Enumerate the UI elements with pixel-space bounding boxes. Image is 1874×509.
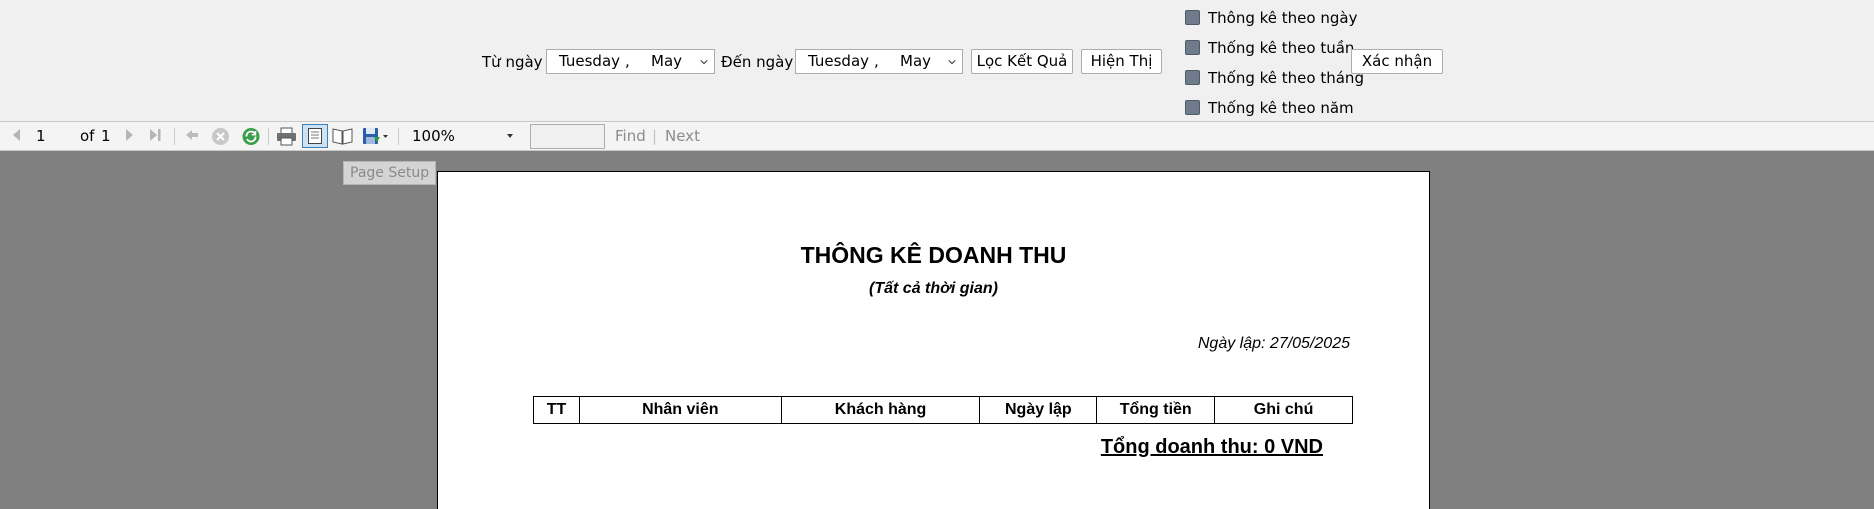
checkbox-label: Thống kê theo năm [1208, 99, 1354, 117]
back-icon[interactable] [184, 122, 200, 150]
zoom-select[interactable]: 100% [408, 125, 520, 147]
to-date-comma: , [874, 52, 879, 70]
find-separator: | [652, 127, 658, 145]
checkbox-label: Thông kê theo ngày [1208, 9, 1358, 27]
report-page: THÔNG KÊ DOANH THU (Tất cả thời gian) Ng… [437, 171, 1430, 509]
print-layout-button[interactable] [302, 124, 328, 148]
checkbox-label: Thống kê theo tuần [1208, 39, 1355, 57]
page-number-input[interactable] [30, 125, 72, 147]
of-label: of [80, 127, 95, 145]
report-viewport[interactable]: Page Setup THÔNG KÊ DOANH THU (Tất cả th… [0, 151, 1874, 509]
to-date-month: May [900, 52, 932, 70]
next-page-icon[interactable] [122, 122, 136, 150]
from-date-comma: , [625, 52, 630, 70]
report-table: TT Nhân viên Khách hàng Ngày lập Tổng ti… [533, 396, 1353, 424]
checkbox-box[interactable] [1185, 100, 1200, 115]
print-icon[interactable] [276, 122, 297, 150]
checkbox-box[interactable] [1185, 40, 1200, 55]
checkbox-box[interactable] [1185, 70, 1200, 85]
column-header: Khách hàng [780, 396, 981, 424]
confirm-button[interactable]: Xác nhận [1351, 49, 1443, 74]
to-date-picker[interactable]: Tuesday , May [795, 49, 963, 74]
column-header: TT [533, 396, 580, 424]
to-date-day: Tuesday [808, 52, 870, 70]
last-page-icon[interactable] [147, 122, 163, 150]
caret-down-icon [507, 134, 513, 138]
page-setup-icon[interactable] [332, 122, 353, 150]
from-date-day: Tuesday [559, 52, 621, 70]
report-toolbar: of 1 100% Find | Next [0, 121, 1874, 151]
page-setup-tooltip: Page Setup [343, 161, 437, 185]
filter-panel: Từ ngày Tuesday , May Đến ngày Tuesday ,… [0, 0, 1874, 121]
first-page-icon[interactable] [9, 122, 23, 150]
checkbox-box[interactable] [1185, 10, 1200, 25]
column-header: Ngày lập [979, 396, 1098, 424]
checkbox-label: Thống kê theo tháng [1208, 69, 1364, 87]
export-icon[interactable] [362, 122, 390, 150]
find-input[interactable] [530, 124, 605, 149]
zoom-value: 100% [412, 127, 455, 145]
chevron-down-icon[interactable] [700, 58, 708, 66]
print-layout-icon [308, 128, 322, 144]
stop-icon[interactable] [211, 122, 230, 150]
report-subtitle: (Tất cả thời gian) [869, 280, 998, 297]
from-date-picker[interactable]: Tuesday , May [546, 49, 715, 74]
from-date-label: Từ ngày [482, 53, 543, 71]
table-header-row: TT Nhân viên Khách hàng Ngày lập Tổng ti… [533, 396, 1353, 424]
chevron-down-icon[interactable] [948, 58, 956, 66]
column-header: Nhân viên [578, 396, 782, 424]
column-header: Tổng tiền [1096, 396, 1216, 424]
refresh-icon[interactable] [241, 122, 261, 150]
column-header: Ghi chú [1214, 396, 1353, 424]
next-link[interactable]: Next [665, 122, 700, 150]
find-link[interactable]: Find [615, 122, 646, 150]
report-date: Ngày lập: 27/05/2025 [1197, 335, 1350, 352]
filter-results-button[interactable]: Lọc Kết Quả [971, 49, 1073, 74]
report-total: Tổng doanh thu: 0 VND [1100, 436, 1323, 458]
total-pages: 1 [101, 127, 111, 145]
to-date-label: Đến ngày [721, 53, 794, 71]
from-date-month: May [651, 52, 683, 70]
show-button[interactable]: Hiện Thị [1081, 49, 1162, 74]
report-title: THÔNG KÊ DOANH THU [800, 242, 1067, 268]
